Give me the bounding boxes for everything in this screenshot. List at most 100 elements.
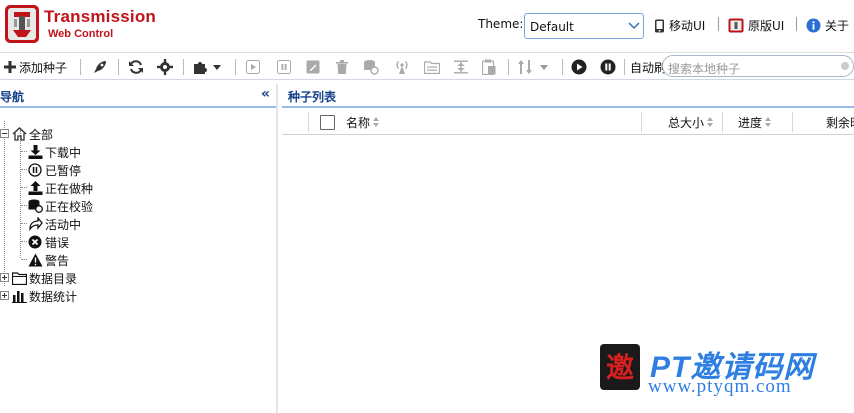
start-all-button[interactable] <box>92 57 108 77</box>
chevron-down-icon <box>628 22 640 30</box>
nav-item-paused[interactable]: 已暂停 <box>27 161 81 179</box>
refresh-button[interactable] <box>128 57 144 77</box>
rename-torrent-button[interactable] <box>306 57 320 77</box>
original-ui-icon <box>728 18 744 33</box>
nav-item-warning[interactable]: 警告 <box>27 251 69 269</box>
tree-connector <box>4 121 5 286</box>
nav-item-active[interactable]: 活动中 <box>27 215 81 233</box>
expand-toggle[interactable] <box>0 291 9 300</box>
clipboard-button[interactable] <box>482 57 496 77</box>
toolbar-divider <box>508 59 509 75</box>
search-input[interactable]: 搜索本地种子 <box>662 55 854 77</box>
nav-panel: 导航 « 全部 下载中 已暂停 正在做种 正在校验 活动中 错误 警告 数据目录… <box>0 84 278 413</box>
database-check-icon <box>364 60 379 75</box>
original-ui-link[interactable]: 原版UI <box>728 17 784 34</box>
toolbar-divider <box>183 59 184 75</box>
column-name[interactable]: 名称 <box>346 110 380 134</box>
column-divider <box>308 112 309 132</box>
nav-title: 导航 <box>0 90 25 104</box>
transmission-logo-icon <box>5 5 39 43</box>
nav-item-seeding[interactable]: 正在做种 <box>27 179 93 197</box>
up-down-arrows-icon <box>518 60 532 74</box>
column-total-size-label: 总大小 <box>668 115 705 130</box>
toolbar: 添加种子 自动刷 搜索本地种子 <box>0 52 854 80</box>
mobile-icon <box>655 19 664 32</box>
pause-all-torrents-button[interactable] <box>600 57 616 77</box>
column-divider <box>792 112 793 132</box>
nav-item-label: 警告 <box>45 253 70 268</box>
reannounce-button[interactable] <box>394 57 410 77</box>
column-divider <box>722 112 723 132</box>
speed-limit-menu-button[interactable] <box>517 57 549 77</box>
pause-icon <box>28 163 42 177</box>
info-icon <box>806 18 821 33</box>
pause-icon <box>277 60 291 74</box>
column-divider <box>641 112 642 132</box>
about-link[interactable]: 关于 <box>806 17 849 34</box>
settings-button[interactable] <box>157 57 173 77</box>
select-all-checkbox[interactable] <box>320 114 335 130</box>
folder-icon <box>11 271 27 285</box>
nav-item-label: 错误 <box>45 235 70 250</box>
toolbar-divider <box>80 59 81 75</box>
nav-item-label: 活动中 <box>45 217 82 232</box>
column-progress[interactable]: 进度 <box>738 110 772 134</box>
toolbar-divider <box>235 59 236 75</box>
puzzle-icon <box>194 62 207 74</box>
start-torrent-button[interactable] <box>246 57 260 77</box>
nav-item-downloading[interactable]: 下载中 <box>27 143 81 161</box>
nav-item-error[interactable]: 错误 <box>27 233 69 251</box>
nav-item-label: 已暂停 <box>45 163 82 178</box>
about-label: 关于 <box>825 19 850 33</box>
nav-item-label: 数据统计 <box>29 289 78 304</box>
nav-item-statistics[interactable]: 数据统计 <box>11 287 77 305</box>
verify-torrent-button[interactable] <box>363 57 379 77</box>
add-torrent-label: 添加种子 <box>19 60 68 75</box>
nav-item-label: 数据目录 <box>29 271 78 286</box>
watermark: 邀 PT邀请码网 www.ptyqm.com <box>598 340 848 406</box>
error-icon <box>28 235 42 249</box>
mobile-ui-link[interactable]: 移动UI <box>654 17 705 34</box>
collapse-toggle[interactable] <box>0 129 9 138</box>
app-header: Transmission Web Control Theme: Default … <box>0 0 854 50</box>
column-remaining-time-label: 剩余时 <box>826 115 854 130</box>
sort-icon <box>707 116 714 128</box>
search-icon <box>841 62 849 70</box>
brand-title: Transmission <box>44 7 156 26</box>
nav-item-data-directory[interactable]: 数据目录 <box>11 269 77 287</box>
header-divider <box>718 17 719 31</box>
change-location-button[interactable] <box>424 57 440 77</box>
pause-circle-icon <box>600 59 616 75</box>
brand-subtitle: Web Control <box>48 28 114 40</box>
start-all-torrents-button[interactable] <box>571 57 587 77</box>
queue-move-button[interactable] <box>454 57 468 77</box>
play-circle-icon <box>571 59 587 75</box>
column-remaining-time[interactable]: 剩余时 <box>826 110 854 134</box>
watermark-badge-char: 邀 <box>606 351 635 384</box>
active-icon <box>28 217 43 231</box>
theme-select[interactable]: Default <box>524 13 644 39</box>
sort-icon <box>765 116 772 128</box>
plugins-menu-button[interactable] <box>192 57 222 77</box>
column-total-size[interactable]: 总大小 <box>668 110 714 134</box>
clipboard-icon <box>482 59 496 75</box>
gear-icon <box>157 59 173 75</box>
add-torrent-button[interactable]: 添加种子 <box>4 57 67 77</box>
expand-toggle[interactable] <box>0 273 9 282</box>
watermark-url: www.ptyqm.com <box>648 376 792 397</box>
theme-select-value: Default <box>530 20 574 34</box>
torrent-grid-header: 名称 总大小 进度 剩余时 <box>282 110 854 135</box>
tree-connector <box>20 130 21 258</box>
align-icon <box>454 60 468 74</box>
collapse-panel-button[interactable]: « <box>261 86 270 102</box>
nav-item-label: 全部 <box>29 127 54 142</box>
auto-refresh-toggle[interactable]: 自动刷 <box>630 57 666 77</box>
nav-item-checking[interactable]: 正在校验 <box>27 197 93 215</box>
toolbar-divider <box>118 59 119 75</box>
remove-torrent-button[interactable] <box>336 57 348 77</box>
warning-icon <box>28 253 42 267</box>
nav-item-all[interactable]: 全部 <box>11 125 53 143</box>
home-icon <box>12 127 26 141</box>
rocket-icon <box>94 61 106 73</box>
pause-torrent-button[interactable] <box>277 57 291 77</box>
